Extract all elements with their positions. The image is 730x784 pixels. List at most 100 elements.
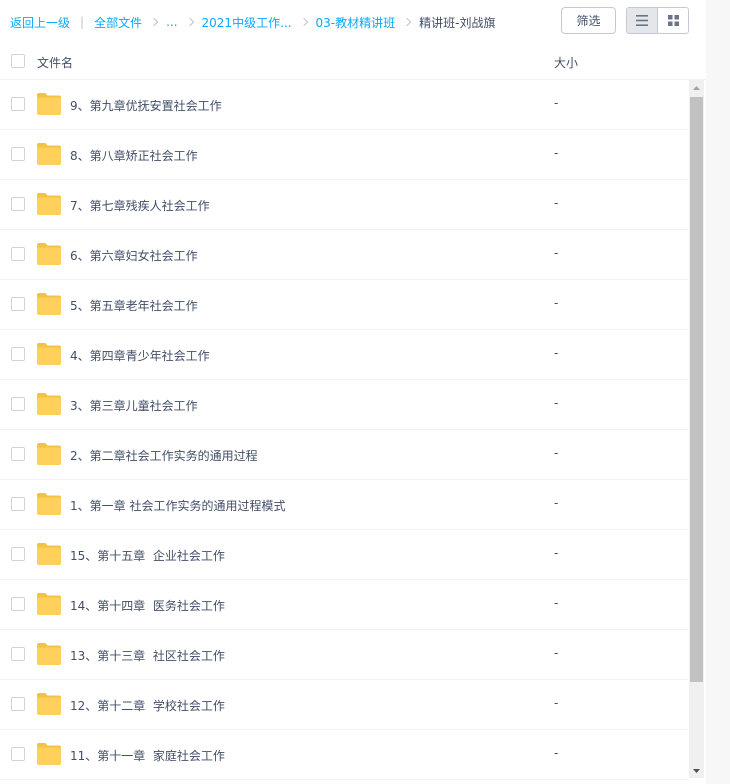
breadcrumb: 返回上一级 | 全部文件 ... 2021中级工作... 03-教材精讲班 精讲… — [10, 14, 495, 30]
breadcrumb-divider: | — [80, 15, 85, 29]
row-checkbox[interactable] — [11, 697, 25, 711]
folder-icon — [37, 243, 61, 265]
file-row[interactable]: 5、第五章老年社会工作 - — [0, 280, 688, 330]
folder-icon — [37, 293, 61, 315]
list-view-icon — [636, 15, 649, 26]
row-checkbox[interactable] — [11, 197, 25, 211]
chevron-right-icon — [404, 18, 412, 26]
folder-icon — [37, 393, 61, 415]
caret-down-icon — [693, 768, 700, 773]
file-browser-panel: 返回上一级 | 全部文件 ... 2021中级工作... 03-教材精讲班 精讲… — [0, 0, 706, 784]
file-size: - — [554, 196, 559, 210]
row-checkbox[interactable] — [11, 497, 25, 511]
file-name[interactable]: 12、第十二章 学校社会工作 — [70, 697, 225, 714]
file-name[interactable]: 14、第十四章 医务社会工作 — [70, 597, 225, 614]
back-link[interactable]: 返回上一级 — [10, 14, 70, 31]
file-size: - — [554, 296, 559, 310]
file-size: - — [554, 446, 559, 460]
file-row[interactable]: 15、第十五章 企业社会工作 - — [0, 530, 688, 580]
file-size: - — [554, 396, 559, 410]
file-size: - — [554, 496, 559, 510]
folder-icon — [37, 493, 61, 515]
chevron-right-icon — [187, 18, 195, 26]
file-size: - — [554, 146, 559, 160]
folder-icon — [37, 93, 61, 115]
file-row[interactable]: 11、第十一章 家庭社会工作 - — [0, 730, 688, 780]
scroll-down-arrow[interactable] — [689, 763, 704, 778]
file-name[interactable]: 5、第五章老年社会工作 — [70, 297, 198, 314]
column-header-name[interactable]: 文件名 — [37, 54, 73, 71]
row-checkbox[interactable] — [11, 97, 25, 111]
file-size: - — [554, 646, 559, 660]
row-checkbox[interactable] — [11, 297, 25, 311]
file-row[interactable]: 2、第二章社会工作实务的通用过程 - — [0, 430, 688, 480]
caret-up-icon — [693, 85, 700, 90]
folder-icon — [37, 443, 61, 465]
file-row[interactable]: 12、第十二章 学校社会工作 - — [0, 680, 688, 730]
page-margin — [706, 0, 730, 784]
row-checkbox[interactable] — [11, 347, 25, 361]
folder-icon — [37, 543, 61, 565]
file-list: 9、第九章优抚安置社会工作 -8、第八章矫正社会工作 -7、第七章残疾人社会工作 -6… — [0, 80, 688, 784]
row-checkbox[interactable] — [11, 747, 25, 761]
grid-view-button[interactable] — [657, 8, 688, 33]
row-checkbox[interactable] — [11, 397, 25, 411]
row-checkbox[interactable] — [11, 447, 25, 461]
file-name[interactable]: 11、第十一章 家庭社会工作 — [70, 747, 225, 764]
grid-view-icon — [667, 15, 679, 26]
file-name[interactable]: 6、第六章妇女社会工作 — [70, 247, 198, 264]
folder-icon — [37, 143, 61, 165]
scrollbar-thumb[interactable] — [690, 97, 703, 682]
column-header-size[interactable]: 大小 — [554, 54, 578, 71]
folder-icon — [37, 343, 61, 365]
list-header: 文件名 大小 — [0, 42, 706, 80]
scroll-up-arrow[interactable] — [689, 80, 704, 95]
breadcrumb-level1[interactable]: 2021中级工作... — [202, 14, 292, 31]
file-name[interactable]: 15、第十五章 企业社会工作 — [70, 547, 225, 564]
file-row[interactable]: 8、第八章矫正社会工作 - — [0, 130, 688, 180]
file-name[interactable]: 8、第八章矫正社会工作 — [70, 147, 198, 164]
file-row[interactable]: 6、第六章妇女社会工作 - — [0, 230, 688, 280]
file-size: - — [554, 96, 559, 110]
row-checkbox[interactable] — [11, 647, 25, 661]
file-name[interactable]: 3、第三章儿童社会工作 — [70, 397, 198, 414]
file-row[interactable]: 13、第十三章 社区社会工作 - — [0, 630, 688, 680]
file-row[interactable]: 3、第三章儿童社会工作 - — [0, 380, 688, 430]
breadcrumb-ellipsis[interactable]: ... — [166, 15, 177, 29]
file-name[interactable]: 1、第一章 社会工作实务的通用过程模式 — [70, 497, 285, 514]
file-name[interactable]: 2、第二章社会工作实务的通用过程 — [70, 447, 258, 464]
file-row[interactable]: 9、第九章优抚安置社会工作 - — [0, 80, 688, 130]
folder-icon — [37, 693, 61, 715]
file-name[interactable]: 7、第七章残疾人社会工作 — [70, 197, 210, 214]
row-checkbox[interactable] — [11, 147, 25, 161]
folder-icon — [37, 193, 61, 215]
list-view-button[interactable] — [627, 8, 658, 33]
file-name[interactable]: 13、第十三章 社区社会工作 — [70, 647, 225, 664]
chevron-right-icon — [151, 18, 159, 26]
row-checkbox[interactable] — [11, 547, 25, 561]
folder-icon — [37, 643, 61, 665]
chevron-right-icon — [301, 18, 309, 26]
folder-icon — [37, 593, 61, 615]
file-size: - — [554, 596, 559, 610]
file-row[interactable]: 1、第一章 社会工作实务的通用过程模式 - — [0, 480, 688, 530]
file-size: - — [554, 546, 559, 560]
file-name[interactable]: 9、第九章优抚安置社会工作 — [70, 97, 222, 114]
view-switch — [626, 7, 689, 34]
file-size: - — [554, 246, 559, 260]
vertical-scrollbar[interactable] — [689, 80, 704, 778]
file-name[interactable]: 4、第四章青少年社会工作 — [70, 347, 210, 364]
filter-button[interactable]: 筛选 — [561, 7, 616, 34]
row-checkbox[interactable] — [11, 597, 25, 611]
file-row[interactable]: 7、第七章残疾人社会工作 - — [0, 180, 688, 230]
file-row[interactable]: 4、第四章青少年社会工作 - — [0, 330, 688, 380]
select-all-checkbox[interactable] — [11, 54, 25, 68]
breadcrumb-current: 精讲班-刘战旗 — [419, 15, 496, 30]
breadcrumb-level2[interactable]: 03-教材精讲班 — [316, 14, 396, 31]
all-files-link[interactable]: 全部文件 — [94, 14, 142, 31]
top-bar: 返回上一级 | 全部文件 ... 2021中级工作... 03-教材精讲班 精讲… — [0, 0, 706, 42]
file-size: - — [554, 746, 559, 760]
file-size: - — [554, 696, 559, 710]
row-checkbox[interactable] — [11, 247, 25, 261]
file-row[interactable]: 14、第十四章 医务社会工作 - — [0, 580, 688, 630]
